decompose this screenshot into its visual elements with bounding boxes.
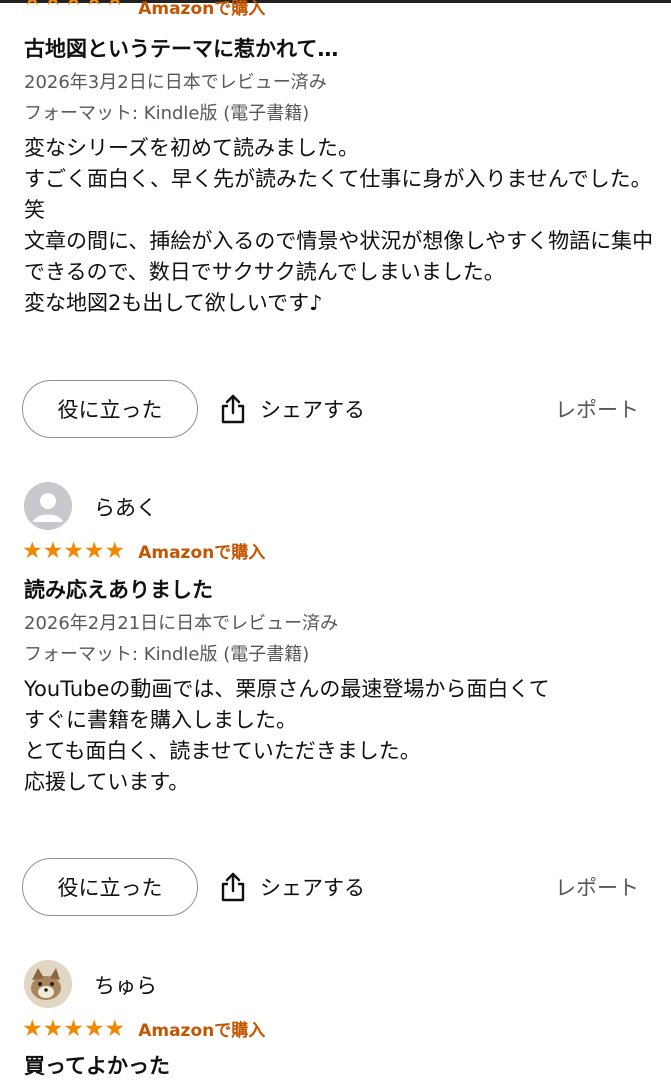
verified-purchase-badge: Amazonで購入 (138, 1021, 266, 1041)
review-body-line: 応援しています。 (24, 770, 190, 794)
star-icon: ★ (42, 1015, 64, 1042)
star-icon: ★ (84, 0, 105, 10)
share-icon (221, 872, 245, 902)
reviewer-name[interactable]: ちゅら (94, 970, 157, 1000)
review-body-line: すごく面白く、早く先が読みたくて仕事に身が入りませんでした。笑 (24, 167, 652, 222)
review-body-line: 変なシリーズを初めて読みました。 (24, 136, 359, 160)
report-link[interactable]: レポート (555, 380, 639, 438)
stars: ★★★★★ (22, 0, 126, 20)
share-label: シェアする (260, 876, 365, 900)
star-icon: ★ (22, 1015, 43, 1042)
helpful-button[interactable]: 役に立った (22, 858, 198, 916)
star-icon: ★ (83, 1015, 105, 1042)
review-body-line: とても面白く、読ませていただきました。 (24, 739, 421, 763)
review-body-line: すぐに書籍を購入しました。 (24, 708, 297, 732)
review-format: フォーマット: Kindle版 (電子書籍) (24, 644, 310, 665)
star-icon: ★ (42, 537, 64, 564)
review-date: 2026年2月21日に日本でレビュー済み (24, 613, 339, 634)
star-icon: ★ (105, 0, 126, 10)
review-body: 変なシリーズを初めて読みました。 すごく面白く、早く先が読みたくて仕事に身が入り… (24, 133, 654, 319)
stars: ★★★★★ (22, 1017, 125, 1041)
default-user-icon (24, 482, 72, 530)
star-rating: ★★★★★ Amazonで購入 (22, 0, 265, 26)
star-icon: ★ (22, 537, 43, 564)
review-format: フォーマット: Kindle版 (電子書籍) (24, 103, 310, 124)
review-body-line: 文章の間に、挿絵が入るので情景や状況が想像しやすく物語に集中できるので、数日でサ… (24, 229, 654, 284)
star-icon: ★ (104, 537, 126, 564)
star-icon: ★ (83, 537, 105, 564)
pet-photo-avatar (24, 960, 72, 1008)
share-icon (221, 394, 245, 424)
share-button[interactable]: シェアする (220, 858, 365, 916)
share-button[interactable]: シェアする (220, 380, 365, 438)
star-icon: ★ (22, 0, 43, 10)
star-icon: ★ (63, 1015, 84, 1042)
review-title: 読み応えありました (24, 578, 213, 602)
star-rating: ★★★★★ Amazonで購入 (22, 1016, 265, 1042)
star-icon: ★ (104, 1015, 126, 1042)
review-title: 古地図というテーマに惹かれて… (24, 37, 339, 61)
review-body-line: 変な地図2も出して欲しいです♪ (24, 291, 323, 315)
review-title: 買ってよかった (24, 1054, 170, 1078)
share-label: シェアする (260, 398, 365, 422)
helpful-button[interactable]: 役に立った (22, 380, 198, 438)
star-icon: ★ (43, 0, 64, 10)
star-icon: ★ (63, 0, 84, 10)
star-rating: ★★★★★ Amazonで購入 (22, 538, 265, 564)
stars: ★★★★★ (22, 539, 125, 563)
reviewer-name[interactable]: らあく (94, 492, 157, 522)
review-body: YouTubeの動画では、栗原さんの最速登場から面白くて すぐに書籍を購入しまし… (24, 674, 654, 798)
verified-purchase-badge: Amazonで購入 (138, 0, 266, 19)
verified-purchase-badge: Amazonで購入 (138, 543, 266, 563)
report-link[interactable]: レポート (555, 858, 639, 916)
star-icon: ★ (63, 537, 84, 564)
review-body-line: YouTubeの動画では、栗原さんの最速登場から面白くて (24, 677, 550, 701)
review-date: 2026年3月2日に日本でレビュー済み (24, 72, 327, 93)
